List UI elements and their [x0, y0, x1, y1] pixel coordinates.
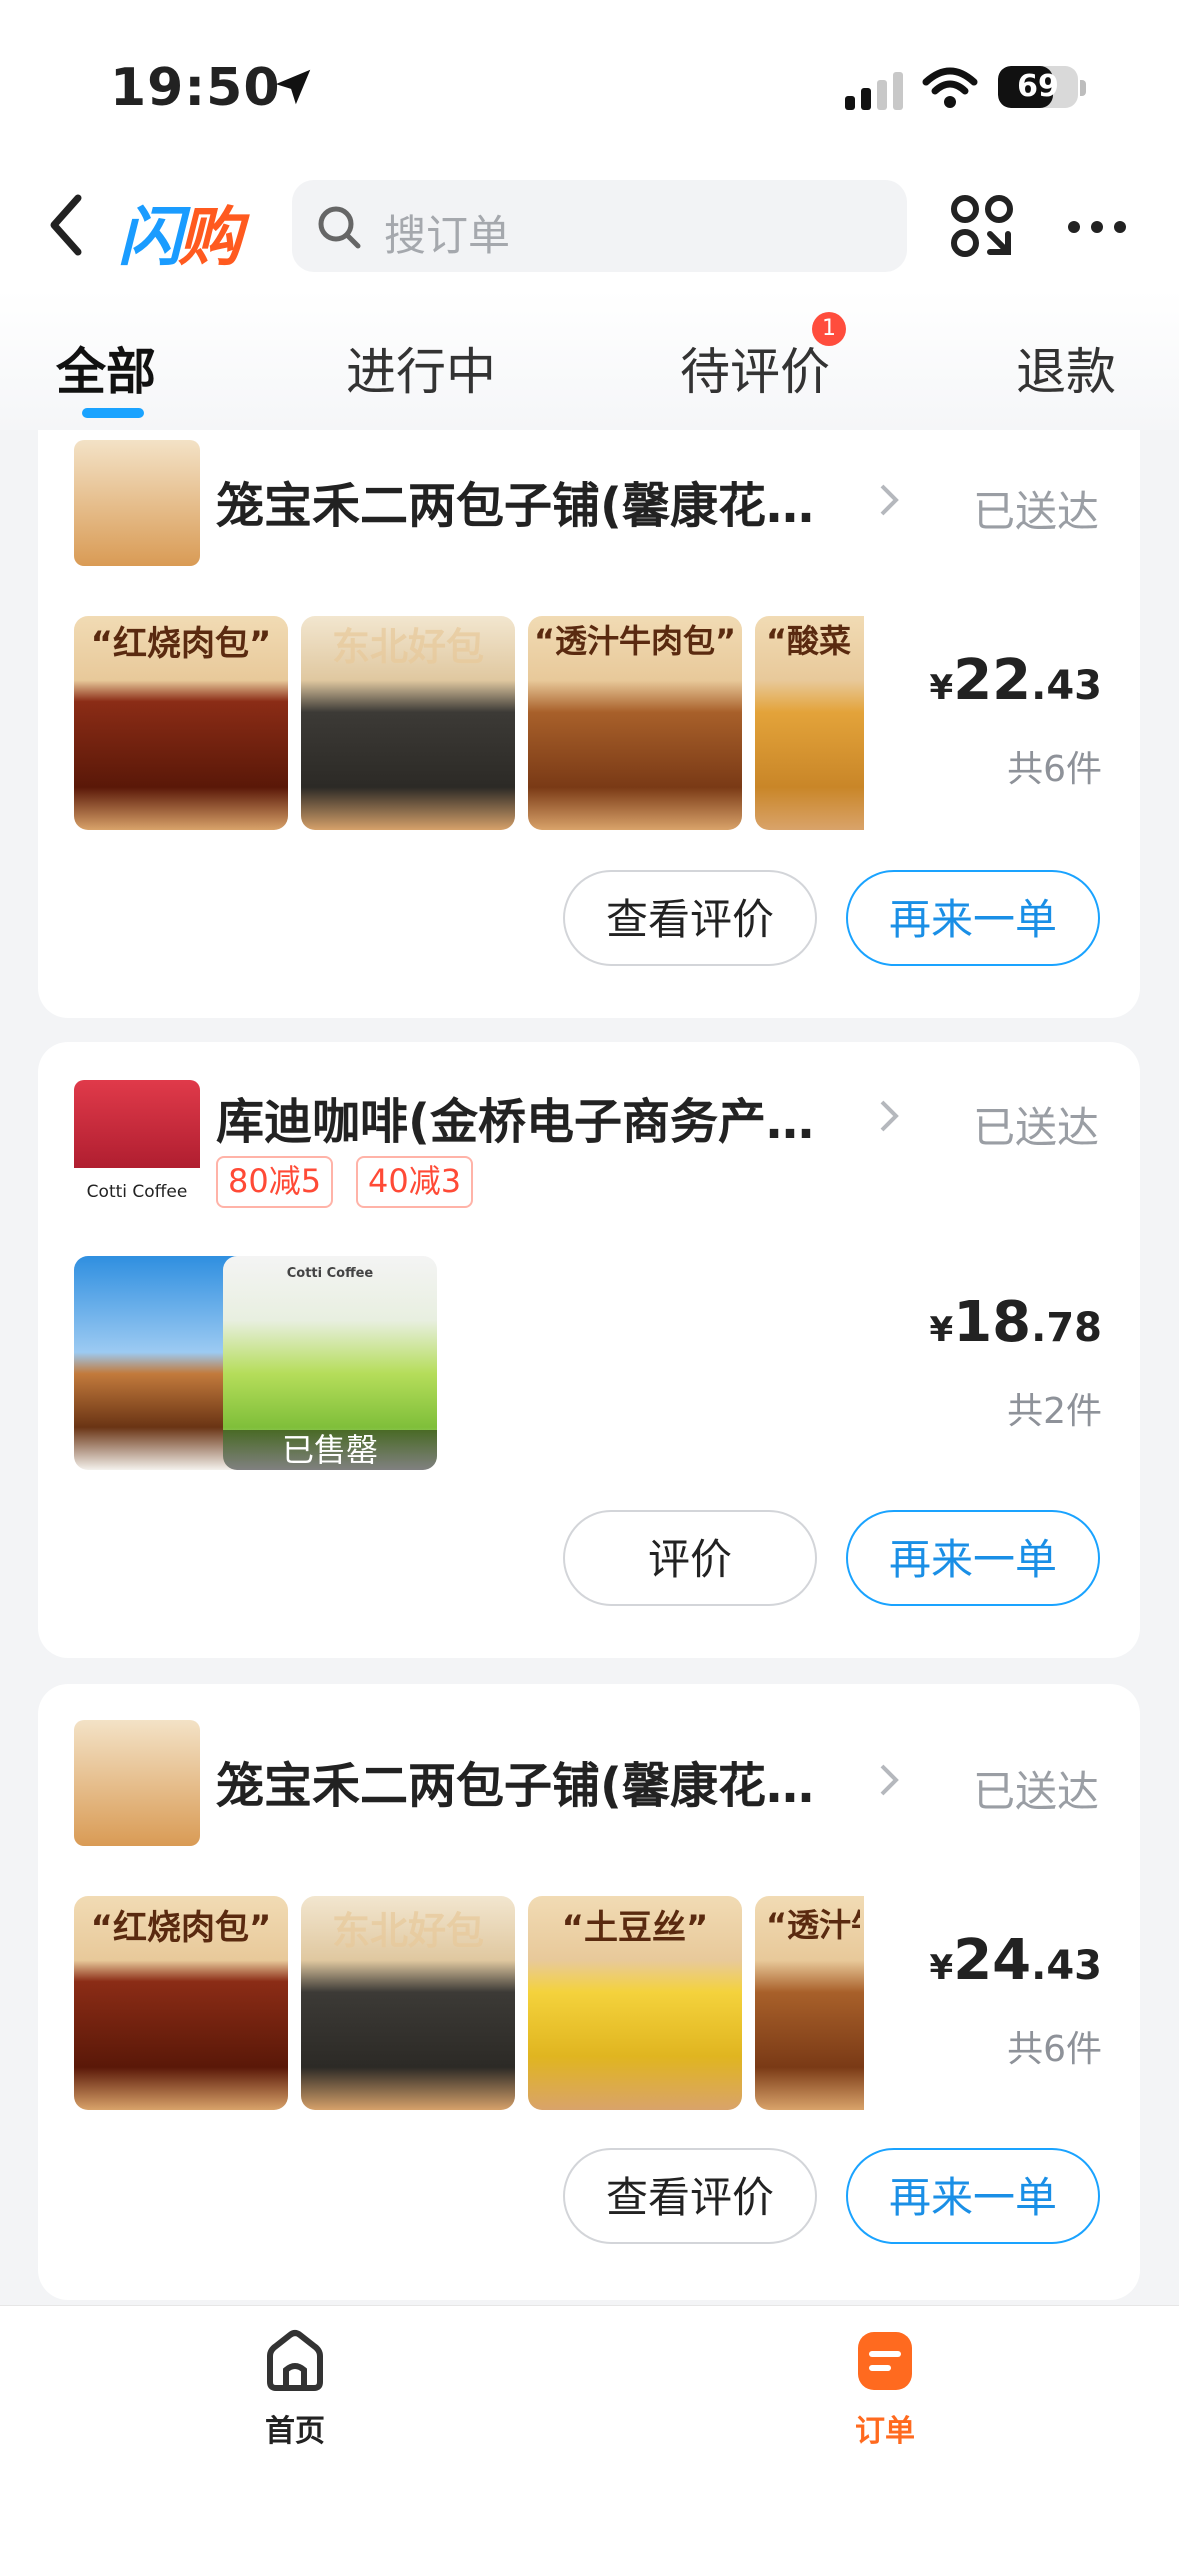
item-count: 共2件 — [1007, 1391, 1102, 1432]
search-placeholder: 搜订单 — [384, 211, 511, 260]
back-button[interactable] — [40, 190, 100, 260]
product-image: Cotti Coffee 已售罄 — [223, 1256, 437, 1470]
product-caption: “透汁牛 — [766, 1906, 860, 1944]
tab-refund[interactable]: 退款 — [1016, 332, 1116, 404]
promo-tag: 80减5 — [216, 1156, 334, 1208]
wifi-icon — [922, 67, 978, 108]
bottom-nav: 首页 订单 — [0, 2305, 1179, 2557]
order-status: 已送达 — [973, 1767, 1100, 1816]
view-review-button[interactable]: 查看评价 — [563, 870, 817, 966]
shop-logo — [74, 1720, 200, 1846]
order-card[interactable]: 笼宝禾二两包子铺(馨康花… 已送达 ¥24.43 共6件 查看评价 再来一单 — [38, 1684, 1140, 2300]
search-icon — [318, 206, 361, 249]
product-caption: “土豆丝” — [561, 1908, 709, 1948]
product-caption: “红烧肉包” — [90, 1908, 272, 1948]
clock: 19:50 — [110, 58, 281, 118]
product-images[interactable]: Cotti Coffee 已售罄 — [74, 1256, 864, 1470]
battery-percent: 69 — [1017, 69, 1059, 104]
nav-home-label: 首页 — [265, 2414, 325, 2449]
product-caption: “透汁牛肉包” — [533, 622, 737, 660]
home-icon — [267, 2330, 323, 2391]
search-input[interactable]: 搜订单 — [292, 180, 907, 272]
sold-out-label: 已售罄 — [223, 1430, 437, 1470]
cellular-signal-icon — [845, 72, 903, 110]
product-caption: “红烧肉包” — [90, 624, 272, 664]
order-price: ¥24.43 — [929, 1928, 1102, 1993]
order-status: 已送达 — [973, 487, 1100, 536]
shop-name[interactable]: 笼宝禾二两包子铺(馨康花… — [216, 1746, 876, 1816]
product-caption: “酸菜 — [766, 622, 852, 660]
status-bar: 19:50 69 — [0, 0, 1179, 170]
tab-all[interactable]: 全部 — [56, 332, 156, 404]
reorder-button[interactable]: 再来一单 — [846, 870, 1100, 966]
battery-indicator: 69 — [998, 66, 1078, 108]
order-status: 已送达 — [973, 1103, 1100, 1152]
location-arrow-icon — [275, 69, 311, 105]
tab-to-review[interactable]: 待评价 — [680, 332, 830, 404]
order-card[interactable]: Cotti Coffee 库迪咖啡(金桥电子商务产… 已送达 80减5 40减3… — [38, 1042, 1140, 1658]
chevron-right-icon — [880, 1100, 899, 1132]
order-tabs: 全部 进行中 待评价 1 退款 — [0, 290, 1179, 430]
shop-logo-text: Cotti Coffee — [86, 1182, 188, 1202]
shop-logo: Cotti Coffee — [74, 1080, 200, 1206]
more-options-icon[interactable] — [1066, 216, 1128, 238]
promo-tag: 40减3 — [356, 1156, 474, 1208]
brand-logo: 闪购 — [118, 201, 242, 275]
product-caption: 东北好包 — [331, 1909, 484, 1953]
chevron-right-icon — [880, 1764, 899, 1796]
order-card[interactable]: 笼宝禾二两包子铺(馨康花… 已送达 ¥22.43 共6件 查看评价 再来一单 — [38, 430, 1140, 1018]
order-price: ¥22.43 — [929, 648, 1102, 713]
item-count: 共6件 — [1007, 749, 1102, 790]
nav-orders[interactable]: 订单 — [790, 2326, 980, 2450]
tab-to-review-badge: 1 — [812, 312, 846, 346]
reorder-button[interactable]: 再来一单 — [846, 1510, 1100, 1606]
scan-icon[interactable] — [950, 194, 1014, 258]
shop-name[interactable]: 笼宝禾二两包子铺(馨康花… — [216, 466, 876, 536]
tab-in-progress[interactable]: 进行中 — [346, 332, 496, 404]
battery-cap — [1080, 80, 1086, 96]
chevron-right-icon — [880, 484, 899, 516]
view-review-button[interactable]: 查看评价 — [563, 2148, 817, 2244]
item-count: 共6件 — [1007, 2029, 1102, 2070]
header: 闪购 搜订单 — [0, 170, 1179, 290]
review-button[interactable]: 评价 — [563, 1510, 817, 1606]
nav-home[interactable]: 首页 — [200, 2326, 390, 2450]
shop-logo — [74, 440, 200, 566]
product-caption: 东北好包 — [331, 625, 484, 669]
order-price: ¥18.78 — [929, 1290, 1102, 1355]
product-brand-text: Cotti Coffee — [286, 1266, 374, 1281]
shop-name[interactable]: 库迪咖啡(金桥电子商务产… — [216, 1082, 876, 1152]
nav-orders-label: 订单 — [855, 2414, 915, 2449]
reorder-button[interactable]: 再来一单 — [846, 2148, 1100, 2244]
tab-active-indicator — [82, 408, 144, 418]
order-icon — [858, 2332, 912, 2390]
